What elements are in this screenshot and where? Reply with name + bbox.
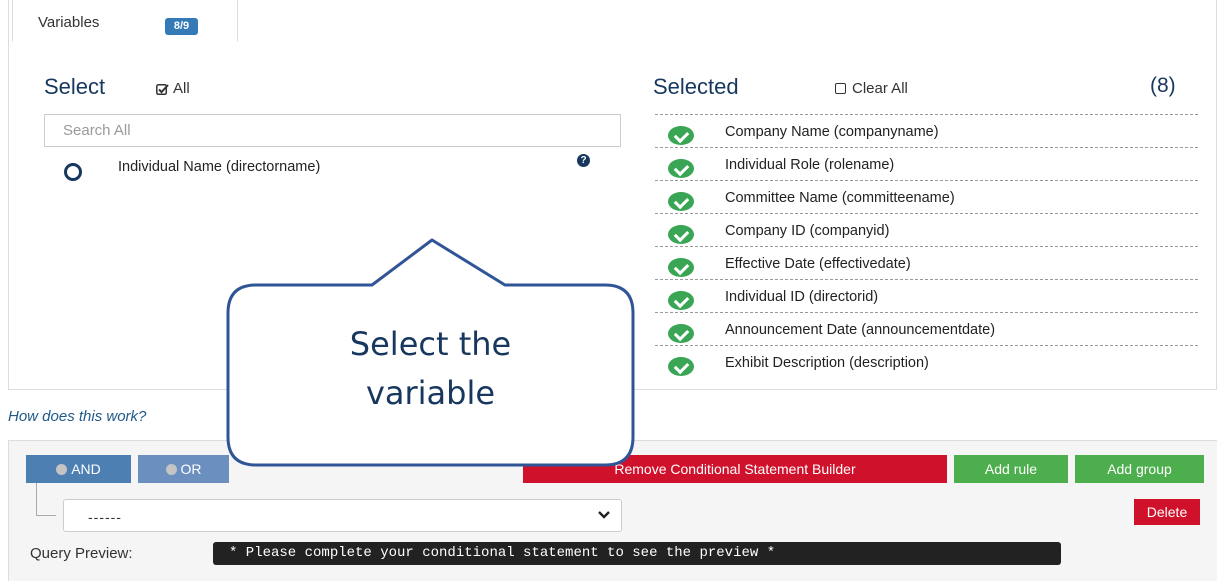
select-heading: Select — [44, 74, 106, 99]
query-preview-code: * Please complete your conditional state… — [213, 542, 1061, 565]
selected-item-label: Exhibit Description (description) — [725, 355, 929, 371]
selected-item-label: Company Name (companyname) — [725, 124, 939, 140]
available-item-label[interactable]: Individual Name (directorname) — [118, 159, 320, 175]
or-button[interactable]: OR — [138, 455, 229, 483]
check-circle-icon[interactable] — [668, 291, 694, 310]
radio-dot-icon — [165, 464, 177, 475]
selected-item-label: Individual ID (directorid) — [725, 289, 879, 305]
query-preview-label: Query Preview: — [30, 545, 133, 562]
or-label: OR — [180, 461, 202, 477]
chevron-down-icon — [598, 511, 610, 519]
checkbox-icon — [835, 83, 846, 94]
check-circle-icon[interactable] — [668, 357, 694, 376]
rule-field-value: ------ — [88, 509, 122, 525]
selected-item-label: Committee Name (committeename) — [725, 190, 955, 206]
list-item[interactable]: Exhibit Description (description) — [655, 345, 1198, 378]
selected-list: Company Name (companyname) Individual Ro… — [655, 114, 1198, 378]
remove-builder-button[interactable]: Remove Conditional Statement Builder — [523, 455, 947, 483]
callout-line-2: variable — [365, 374, 496, 412]
radio-dot-icon — [56, 464, 68, 475]
available-item-radio[interactable] — [64, 163, 82, 181]
list-item[interactable]: Company ID (companyid) — [655, 213, 1198, 246]
tab-count-badge: 8/9 — [165, 18, 198, 35]
check-circle-icon[interactable] — [668, 324, 694, 343]
add-group-button[interactable]: Add group — [1075, 455, 1204, 483]
selected-item-label: Company ID (companyid) — [725, 223, 890, 239]
list-item[interactable]: Committee Name (committeename) — [655, 180, 1198, 213]
list-item[interactable]: Announcement Date (announcementdate) — [655, 312, 1198, 345]
list-item[interactable]: Company Name (companyname) — [655, 114, 1198, 147]
selected-heading: Selected — [653, 74, 739, 99]
select-all-toggle[interactable]: All — [156, 80, 190, 97]
delete-rule-button[interactable]: Delete — [1134, 499, 1200, 525]
selected-item-label: Announcement Date (announcementdate) — [725, 322, 996, 338]
check-circle-icon[interactable] — [668, 159, 694, 178]
search-input[interactable] — [44, 114, 621, 147]
check-circle-icon[interactable] — [668, 225, 694, 244]
clear-all-label: Clear All — [852, 80, 908, 97]
selected-count: (8) — [1150, 74, 1176, 97]
and-label: AND — [71, 461, 101, 477]
select-all-label: All — [173, 80, 190, 97]
callout-text: Select the variable — [228, 320, 633, 418]
check-circle-icon[interactable] — [668, 258, 694, 277]
list-item[interactable]: Effective Date (effectivedate) — [655, 246, 1198, 279]
add-rule-button[interactable]: Add rule — [954, 455, 1068, 483]
check-circle-icon[interactable] — [668, 192, 694, 211]
tab-variables-label: Variables — [38, 14, 100, 31]
check-circle-icon[interactable] — [668, 126, 694, 145]
clear-all-toggle[interactable]: Clear All — [835, 80, 908, 97]
list-item[interactable]: Individual ID (directorid) — [655, 279, 1198, 312]
checked-box-icon — [156, 83, 169, 95]
help-icon[interactable]: ? — [577, 154, 590, 167]
selected-item-label: Individual Role (rolename) — [725, 157, 895, 173]
callout-line-1: Select the — [349, 325, 512, 363]
help-link[interactable]: How does this work? — [8, 408, 146, 425]
tree-connector — [36, 483, 56, 516]
list-item[interactable]: Individual Role (rolename) — [655, 147, 1198, 180]
rule-field-select[interactable] — [63, 499, 622, 532]
and-button[interactable]: AND — [26, 455, 131, 483]
selected-item-label: Effective Date (effectivedate) — [725, 256, 911, 272]
